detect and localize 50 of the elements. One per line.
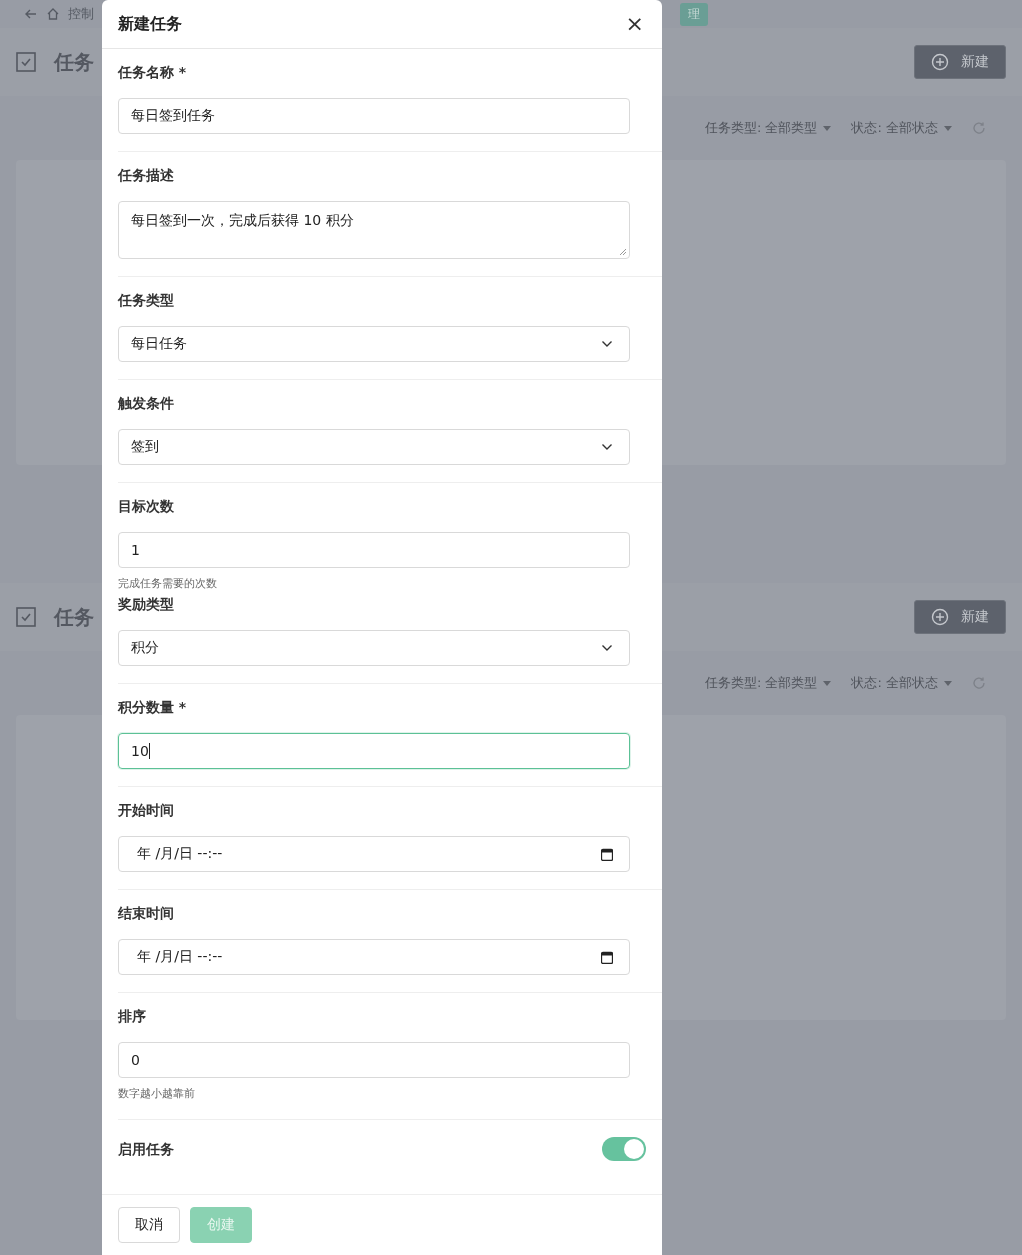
input-field[interactable]: 0 xyxy=(118,1042,630,1078)
checkbox-icon xyxy=(16,52,36,72)
select-dropdown[interactable]: 积分 xyxy=(118,630,630,666)
plus-circle-icon xyxy=(931,608,949,626)
status-badge: 理 xyxy=(680,2,708,26)
field-label: 任务描述 xyxy=(118,166,175,185)
refresh-icon[interactable] xyxy=(972,676,986,690)
field-label: 任务类型 xyxy=(118,291,175,310)
caret-down-icon xyxy=(944,680,952,686)
page-title: 任务 xyxy=(54,603,94,631)
new-button[interactable]: 新建 xyxy=(914,45,1006,79)
back-arrow-icon[interactable] xyxy=(24,7,38,21)
field-label: 结束时间 xyxy=(118,904,175,923)
datetime-field[interactable]: 年 /月/日 --:-- xyxy=(118,939,630,975)
page-title: 任务 xyxy=(54,48,94,76)
input-field[interactable]: 1 xyxy=(118,532,630,568)
field-label: 排序 xyxy=(118,1007,147,1026)
input-field[interactable]: 10 xyxy=(118,733,630,769)
datetime-field[interactable]: 年 /月/日 --:-- xyxy=(118,836,630,872)
checkbox-icon xyxy=(16,607,36,627)
toggle-switch[interactable] xyxy=(602,1137,646,1161)
new-button[interactable]: 新建 xyxy=(914,600,1006,634)
select-dropdown[interactable]: 签到 xyxy=(118,429,630,465)
chevron-down-icon xyxy=(601,443,613,451)
caret-down-icon xyxy=(823,125,832,131)
field-label: 任务名称 * xyxy=(118,63,188,82)
field-label: 积分数量 * xyxy=(118,698,188,717)
close-button[interactable]: × xyxy=(621,13,648,35)
field-label: 触发条件 xyxy=(118,394,175,413)
modal-title: 新建任务 xyxy=(118,13,182,35)
calendar-icon[interactable] xyxy=(601,950,613,964)
input-field[interactable]: 每日签到任务 xyxy=(118,98,630,134)
field-label: 奖励类型 xyxy=(118,595,175,614)
textarea-field[interactable]: 每日签到一次，完成后获得 10 积分 xyxy=(118,201,630,259)
select-dropdown[interactable]: 每日任务 xyxy=(118,326,630,362)
field-hint: 完成任务需要的次数 xyxy=(118,576,218,592)
chevron-down-icon xyxy=(601,340,613,348)
field-hint: 数字越小越靠前 xyxy=(118,1086,196,1102)
chevron-down-icon xyxy=(601,644,613,652)
plus-circle-icon xyxy=(931,53,949,71)
cancel-button[interactable]: 取消 xyxy=(118,1207,180,1243)
field-label: 启用任务 xyxy=(118,1140,174,1159)
caret-down-icon xyxy=(944,125,952,131)
caret-down-icon xyxy=(823,680,832,686)
field-label: 开始时间 xyxy=(118,801,175,820)
refresh-icon[interactable] xyxy=(972,121,986,135)
resize-grip-icon[interactable] xyxy=(619,248,627,256)
field-label: 目标次数 xyxy=(118,497,175,516)
home-icon[interactable] xyxy=(46,7,60,21)
calendar-icon[interactable] xyxy=(601,847,613,861)
